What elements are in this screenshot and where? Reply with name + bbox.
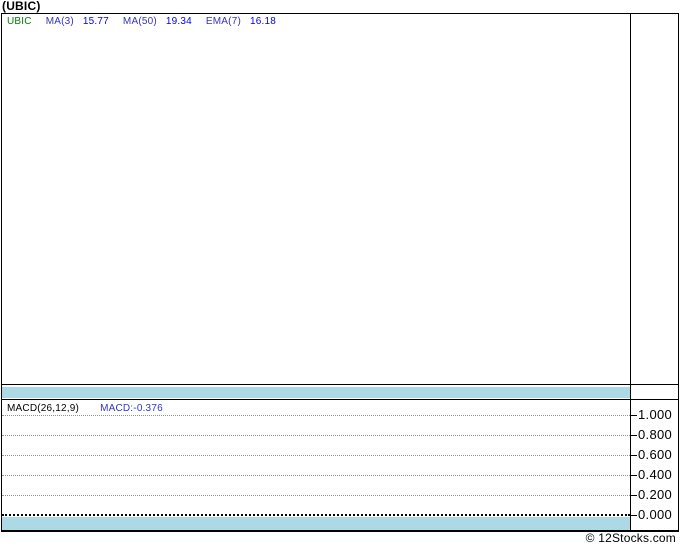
macd-axis-label: 0.800 — [638, 427, 673, 442]
macd-xaxis-band — [2, 517, 630, 530]
macd-gridline — [2, 495, 630, 496]
price-panel — [2, 14, 630, 384]
legend-ema7-value: 16.18 — [249, 16, 277, 27]
macd-axis-tick — [630, 495, 637, 496]
macd-axis-label: 0.400 — [638, 467, 673, 482]
legend-ma3-label: MA(3) — [45, 16, 74, 27]
chart-title: (UBIC) — [2, 0, 41, 13]
legend-ma3-value: 15.77 — [82, 16, 109, 27]
macd-panel — [2, 400, 630, 530]
macd-axis-label: 0.000 — [638, 507, 673, 522]
frame-right-border — [678, 13, 679, 531]
macd-indicator-label: MACD(26,12,9) — [7, 403, 80, 414]
macd-gridline — [2, 415, 630, 416]
macd-indicator-value: MACD:-0.376 — [100, 403, 163, 414]
macd-axis-tick — [630, 415, 637, 416]
macd-axis-label: 1.000 — [638, 407, 673, 422]
frame-bottom-border — [1, 530, 679, 532]
macd-gridline — [2, 455, 630, 456]
macd-axis-tick — [630, 435, 637, 436]
macd-axis-label: 0.600 — [638, 447, 673, 462]
stock-chart-page: (UBIC) UBIC MA(3) 15.77 MA(50) 19.34 EMA… — [0, 0, 680, 546]
price-xaxis-band — [2, 387, 630, 398]
macd-zero-line — [2, 514, 630, 516]
macd-axis-tick — [630, 515, 637, 516]
credit-text: © 12Stocks.com — [585, 531, 676, 545]
price-legend: UBIC MA(3) 15.77 MA(50) 19.34 EMA(7) 16.… — [7, 16, 276, 27]
macd-gridline — [2, 475, 630, 476]
legend-symbol: UBIC — [7, 16, 32, 27]
macd-axis-tick — [630, 455, 637, 456]
price-panel-bottom-border — [1, 384, 679, 385]
legend-ma50-label: MA(50) — [122, 16, 157, 27]
macd-gridline — [2, 435, 630, 436]
legend-ema7-label: EMA(7) — [205, 16, 241, 27]
legend-ma50-value: 19.34 — [165, 16, 192, 27]
macd-legend: MACD(26,12,9) MACD:-0.376 — [7, 403, 163, 414]
macd-axis-label: 0.200 — [638, 487, 673, 502]
macd-axis-tick — [630, 475, 637, 476]
price-right-axis — [631, 14, 678, 384]
